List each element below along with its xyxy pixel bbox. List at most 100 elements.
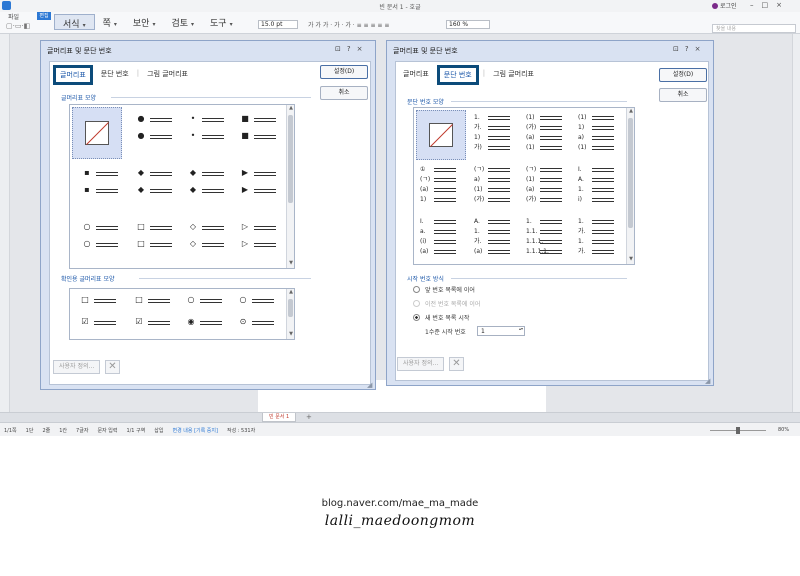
menu-tab-1[interactable]: 쪽 ▾ — [95, 14, 125, 30]
tab-0[interactable]: 글머리표 — [399, 65, 433, 85]
line — [96, 189, 118, 190]
bullet-none-cell[interactable] — [416, 110, 466, 160]
radio-button[interactable] — [413, 314, 420, 321]
document-tab[interactable]: 빈 문서 1 — [262, 413, 297, 422]
zoom-slider-handle[interactable] — [736, 427, 740, 434]
scroll-down-icon[interactable]: ▼ — [627, 256, 634, 262]
number-line: 가. — [474, 124, 518, 134]
scroll-up-icon[interactable]: ▲ — [287, 289, 294, 295]
number-option[interactable]: ① (ㄱ) (a) 1) — [420, 166, 466, 210]
custom-define-button[interactable]: 사용자 정의... — [397, 357, 445, 371]
bullet-option[interactable]: ◆ ◆ — [128, 163, 174, 203]
check-bullet-option[interactable]: ☑ — [74, 315, 120, 333]
scroll-thumb[interactable] — [628, 118, 633, 228]
grid-scrollbar[interactable]: ▲ ▼ — [286, 289, 294, 339]
number-line: (1) — [474, 186, 518, 196]
bullet-option[interactable]: ◆ ◆ — [180, 163, 226, 203]
tab-2[interactable]: 그림 글머리표 — [489, 65, 538, 85]
check-bullet-option[interactable]: ○ — [232, 293, 278, 311]
dialog-controls[interactable]: ⊡?× — [335, 45, 368, 53]
window-controls[interactable]: –□× — [750, 1, 790, 9]
scroll-thumb[interactable] — [288, 299, 293, 317]
menu-tab-4[interactable]: 도구 ▾ — [202, 14, 241, 30]
menu-tab-0[interactable]: 서식 ▾ — [54, 14, 95, 30]
add-document-button[interactable]: + — [306, 413, 312, 421]
cancel-button[interactable]: 취소 — [320, 86, 368, 100]
level-start-stepper[interactable]: 1 — [477, 326, 525, 336]
bullet-option[interactable]: □ □ — [128, 217, 174, 257]
check-bullet-option[interactable]: □ — [128, 293, 174, 311]
scroll-up-icon[interactable]: ▲ — [627, 108, 634, 114]
line — [434, 188, 456, 189]
edit-tab[interactable]: 편집 — [37, 12, 51, 20]
font-size-field[interactable]: 15.0 pt — [258, 20, 298, 29]
line — [592, 149, 614, 150]
file-menu[interactable]: 파일 — [8, 12, 19, 21]
bullet-symbol: ▷ — [241, 222, 249, 231]
quick-icons[interactable]: ▢·▭·◧ — [6, 22, 30, 30]
scroll-thumb[interactable] — [288, 115, 293, 203]
login-button[interactable]: 로그인 — [712, 1, 737, 10]
bullet-option[interactable]: ● ● — [128, 109, 174, 149]
bullet-option[interactable]: • • — [180, 109, 226, 149]
document-scrollbar[interactable] — [792, 34, 800, 412]
grid-scrollbar[interactable]: ▲ ▼ — [286, 105, 294, 268]
number-option[interactable]: 1. 가. 1. 가. — [578, 218, 624, 262]
bullet-option[interactable]: ■ ■ — [232, 109, 278, 149]
check-bullet-option[interactable]: ☑ — [128, 315, 174, 333]
ok-button[interactable]: 설정(D) — [320, 65, 368, 79]
number-symbol: 가. — [578, 228, 586, 235]
number-option[interactable]: 1. 가. 1) 가) — [474, 114, 520, 158]
line — [96, 243, 118, 244]
tab-2[interactable]: 그림 글머리표 — [143, 65, 192, 85]
bullet-option[interactable]: ▪ ▪ — [74, 163, 120, 203]
number-line: (가) — [474, 196, 518, 206]
number-option[interactable]: (ㄱ) a) (1) (가) — [474, 166, 520, 210]
tab-1[interactable]: 문단 번호 — [97, 65, 133, 85]
check-bullet-grid[interactable]: ▲ ▼ □ □ ○ ○ ☑ ☑ ◉ ⊙ — [69, 288, 295, 340]
scroll-up-icon[interactable]: ▲ — [287, 105, 294, 111]
number-option[interactable]: (1) (가) (a) (1) — [526, 114, 572, 158]
start-option-2[interactable]: 새 번호 목록 시작 — [413, 313, 469, 322]
menu-tab-2[interactable]: 보안 ▾ — [125, 14, 164, 30]
tab-0[interactable]: 글머리표 — [53, 65, 93, 85]
start-option-0[interactable]: 앞 번호 목록에 이어 — [413, 285, 475, 294]
number-option[interactable]: I. A. 1. i) — [578, 166, 624, 210]
tab-1[interactable]: 문단 번호 — [436, 65, 479, 85]
number-option[interactable]: 1. 1.1. 1.1.1. 1.1.1.1. — [526, 218, 572, 262]
dialog-title: 글머리표 및 문단 번호 — [47, 47, 112, 55]
bullet-option[interactable]: ▷ ▷ — [232, 217, 278, 257]
number-option[interactable]: I. a. (i) (a) — [420, 218, 466, 262]
format-buttons[interactable]: 가 가 가 · 가 · 가 · ≡ ≡ ≡ ≡ ≡ — [308, 20, 389, 29]
bullet-none-cell[interactable] — [72, 107, 122, 159]
bullet-option[interactable]: ◇ ◇ — [180, 217, 226, 257]
bullet-shape-grid[interactable]: ▲ ▼ ● ● • • ■ ■ ▪ ▪ ◆ ◆ ◆ ◆ ▶ ▶ ○ ○ □ □ ◇ ◇ ▷ ▷ — [69, 104, 295, 269]
radio-button[interactable] — [413, 286, 420, 293]
cancel-button[interactable]: 취소 — [659, 88, 707, 102]
number-option[interactable]: A. 1. 가. (a) — [474, 218, 520, 262]
check-bullet-option[interactable]: ○ — [180, 293, 226, 311]
line — [540, 171, 562, 172]
resize-grip-icon[interactable]: ◢ — [705, 377, 710, 385]
delete-icon[interactable]: ✕ — [105, 360, 120, 374]
number-option[interactable]: (1) 1) a) (1) — [578, 114, 624, 158]
resize-grip-icon[interactable]: ◢ — [367, 381, 372, 389]
zoom-field[interactable]: 160 % — [446, 20, 490, 29]
menu-tab-3[interactable]: 검토 ▾ — [163, 14, 202, 30]
custom-define-button[interactable]: 사용자 정의... — [53, 360, 101, 374]
check-bullet-option[interactable]: □ — [74, 293, 120, 311]
dialog-controls[interactable]: ⊡?× — [673, 45, 706, 53]
bullet-option[interactable]: ○ ○ — [74, 217, 120, 257]
number-shape-grid[interactable]: ▲ ▼ 1. 가. 1) 가) (1) (가) (a) (1) (1) 1) a) (1) ① (ㄱ) (a… — [413, 107, 635, 265]
number-option[interactable]: (ㄱ) (1) (a) (가) — [526, 166, 572, 210]
search-input[interactable]: 찾을 내용 — [712, 24, 796, 33]
bullet-option[interactable]: ▶ ▶ — [232, 163, 278, 203]
delete-icon[interactable]: ✕ — [449, 357, 464, 371]
scroll-down-icon[interactable]: ▼ — [287, 260, 294, 266]
check-bullet-option[interactable]: ◉ — [180, 315, 226, 333]
scroll-down-icon[interactable]: ▼ — [287, 331, 294, 337]
check-bullet-option[interactable]: ⊙ — [232, 315, 278, 333]
grid-scrollbar[interactable]: ▲ ▼ — [626, 108, 634, 264]
ok-button[interactable]: 설정(D) — [659, 68, 707, 82]
line — [150, 121, 172, 122]
